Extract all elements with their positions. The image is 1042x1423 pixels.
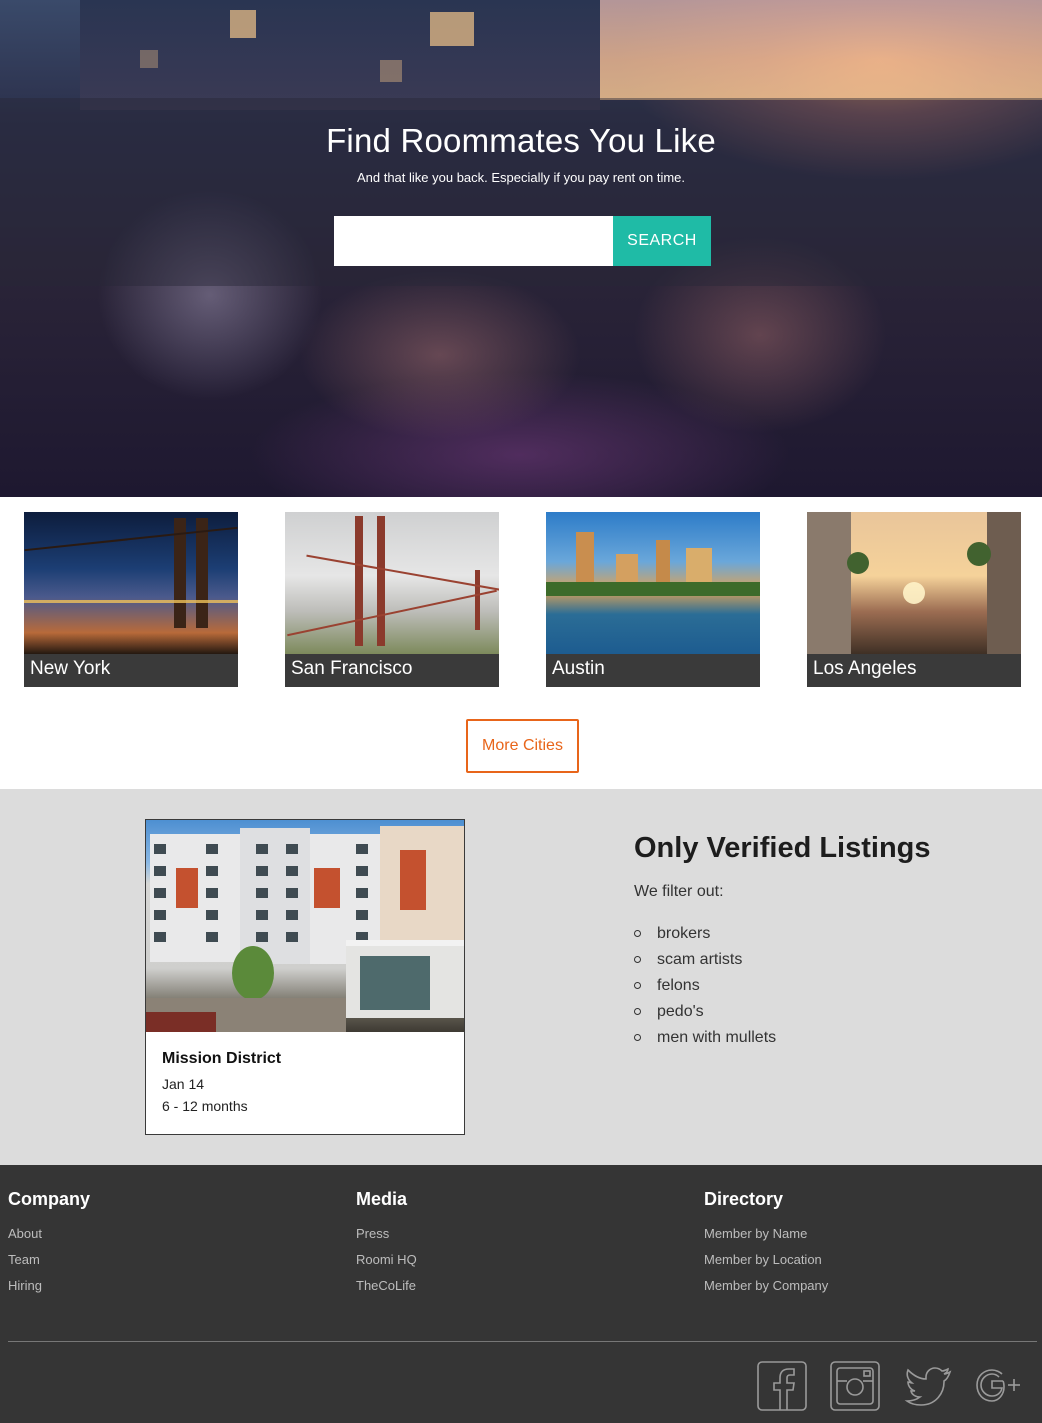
listing-title: Mission District [162,1050,282,1067]
verified-subtitle: We filter out: [634,883,724,900]
listing-duration: 6 - 12 months [162,1098,248,1114]
instagram-icon[interactable] [830,1361,880,1411]
city-label: Austin [552,658,605,679]
twitter-icon[interactable] [903,1361,953,1411]
footer-heading: Directory [704,1189,784,1209]
city-label: New York [30,658,111,679]
hero-subtitle: And that like you back. Especially if yo… [356,170,686,185]
more-cities-button[interactable]: More Cities [466,719,579,773]
footer-link-roomi-hq[interactable]: Roomi HQ [356,1251,417,1277]
footer-link-hiring[interactable]: Hiring [8,1277,90,1303]
footer-link-about[interactable]: About [8,1225,90,1251]
list-item: men with mullets [634,1027,776,1053]
hero-background-building [80,0,600,110]
city-photo-new-york [24,512,238,654]
search-input[interactable] [334,216,613,266]
footer-heading: Media [356,1189,408,1209]
bullet-icon [634,1034,641,1041]
facebook-icon[interactable] [757,1361,807,1411]
footer-link-team[interactable]: Team [8,1251,90,1277]
footer-link-press[interactable]: Press [356,1225,417,1251]
list-item: scam artists [634,949,776,975]
footer-link-member-by-name[interactable]: Member by Name [704,1225,828,1251]
google-plus-icon[interactable] [975,1361,1025,1411]
city-photo-austin [546,512,760,654]
bullet-icon [634,930,641,937]
city-label: Los Angeles [813,658,917,679]
footer-heading: Company [8,1189,91,1209]
footer-link-member-by-location[interactable]: Member by Location [704,1251,828,1277]
list-item: brokers [634,923,776,949]
footer-link-member-by-company[interactable]: Member by Company [704,1277,828,1303]
city-card-new-york[interactable]: New York [24,512,238,687]
listing-card[interactable]: Mission District Jan 14 6 - 12 months [145,819,465,1135]
footer-column-media: Media Press Roomi HQ TheCoLife [356,1189,417,1303]
list-item-text: pedo's [657,1003,704,1020]
city-label: San Francisco [291,658,413,679]
footer: Company About Team Hiring Media Press Ro… [0,1165,1042,1423]
footer-divider [8,1341,1037,1342]
footer-column-company: Company About Team Hiring [8,1189,90,1303]
verified-title: Only Verified Listings [634,832,931,864]
city-card-austin[interactable]: Austin [546,512,760,687]
listing-date: Jan 14 [162,1076,205,1092]
footer-column-directory: Directory Member by Name Member by Locat… [704,1189,828,1303]
search-button[interactable]: SEARCH [613,216,711,266]
list-item-text: felons [657,977,700,994]
city-card-san-francisco[interactable]: San Francisco [285,512,499,687]
city-card-los-angeles[interactable]: Los Angeles [807,512,1021,687]
verified-listings-section: Mission District Jan 14 6 - 12 months On… [0,789,1042,1165]
list-item-text: scam artists [657,951,743,968]
bullet-icon [634,1008,641,1015]
list-item-text: men with mullets [657,1029,777,1046]
list-item: pedo's [634,1001,776,1027]
footer-link-thecolife[interactable]: TheCoLife [356,1277,417,1303]
city-photo-san-francisco [285,512,499,654]
list-item-text: brokers [657,925,711,942]
hero-title: Find Roommates You Like [326,122,716,159]
hero-section: Find Roommates You Like And that like yo… [0,0,1042,497]
bullet-icon [634,956,641,963]
bullet-icon [634,982,641,989]
city-photo-los-angeles [807,512,1021,654]
filter-list: brokers scam artists felons pedo's men w… [634,923,776,1053]
listing-photo [146,820,464,1032]
list-item: felons [634,975,776,1001]
hero-sunset-sky [600,0,1042,100]
